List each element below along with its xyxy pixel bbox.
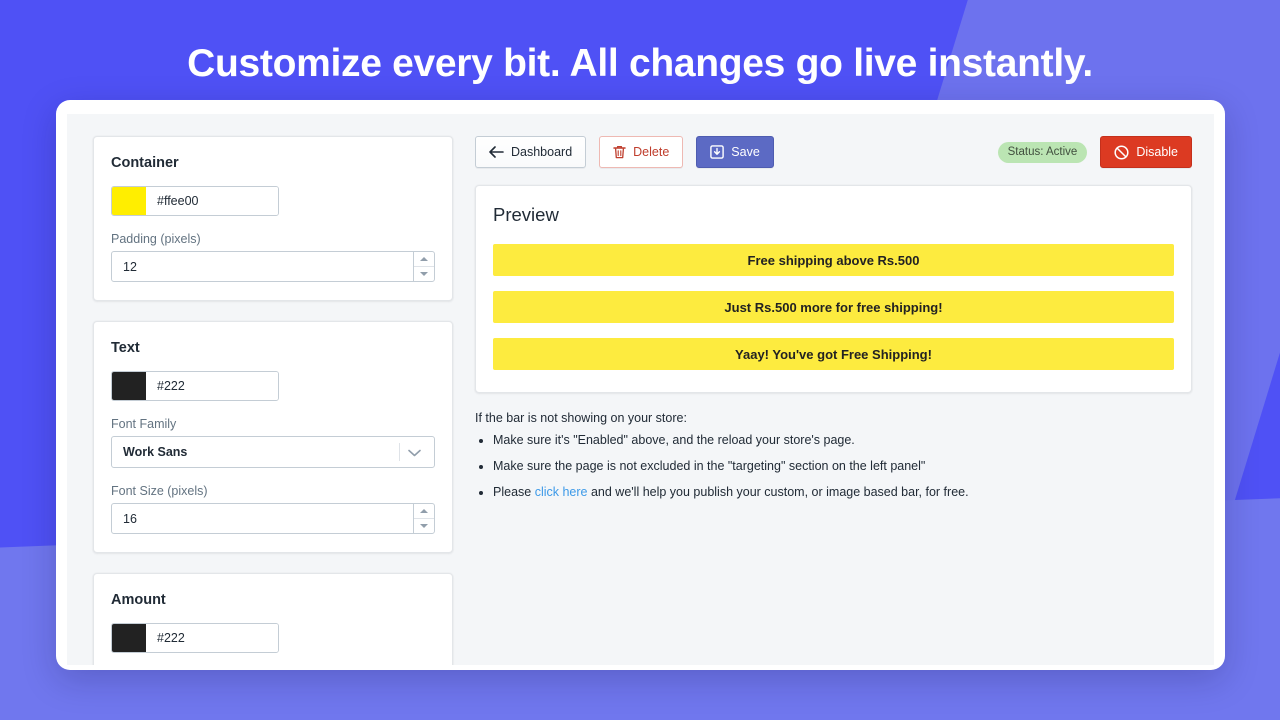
arrow-left-icon xyxy=(489,146,504,158)
text-color-swatch[interactable] xyxy=(112,372,146,400)
stepper-up-icon[interactable] xyxy=(414,504,434,519)
amount-settings-card: Amount #222 Free shipping target amount xyxy=(93,573,453,665)
amount-color-swatch[interactable] xyxy=(112,624,146,652)
dashboard-button-label: Dashboard xyxy=(511,145,573,159)
font-family-value[interactable]: Work Sans xyxy=(112,445,187,459)
container-color-value[interactable]: #ffee00 xyxy=(146,187,278,215)
status-badge: Status: Active xyxy=(997,141,1088,163)
font-size-field[interactable]: 16 xyxy=(111,503,435,534)
disable-button[interactable]: Disable xyxy=(1100,136,1192,168)
action-toolbar: Dashboard Delete Save Status: Active Dis… xyxy=(475,136,1192,168)
disable-button-label: Disable xyxy=(1136,145,1178,159)
amount-card-title: Amount xyxy=(111,592,166,608)
text-card-title: Text xyxy=(111,340,140,356)
font-family-select[interactable]: Work Sans xyxy=(111,436,435,468)
slide-canvas: Customize every bit. All changes go live… xyxy=(0,0,1280,720)
app-window-content: Container #ffee00 Padding (pixels) 12 Te… xyxy=(67,114,1214,665)
amount-color-input[interactable]: #222 xyxy=(111,623,279,653)
save-button-label: Save xyxy=(731,145,760,159)
app-window: Container #ffee00 Padding (pixels) 12 Te… xyxy=(56,100,1225,670)
list-item: Make sure the page is not excluded in th… xyxy=(493,458,1192,475)
container-card-title: Container xyxy=(111,155,179,171)
container-padding-stepper[interactable] xyxy=(413,252,434,281)
preview-title: Preview xyxy=(493,204,559,225)
stepper-up-icon[interactable] xyxy=(414,252,434,267)
main-panel: Dashboard Delete Save Status: Active Dis… xyxy=(475,136,1192,665)
font-size-label: Font Size (pixels) xyxy=(111,484,208,498)
click-here-link[interactable]: click here xyxy=(535,485,588,499)
text-color-value[interactable]: #222 xyxy=(146,372,278,400)
stepper-down-icon[interactable] xyxy=(414,519,434,533)
font-family-label: Font Family xyxy=(111,417,177,431)
container-padding-label: Padding (pixels) xyxy=(111,232,201,246)
dashboard-button[interactable]: Dashboard xyxy=(475,136,587,168)
container-settings-card: Container #ffee00 Padding (pixels) 12 xyxy=(93,136,453,301)
save-disk-icon xyxy=(710,145,725,159)
container-padding-field[interactable]: 12 xyxy=(111,251,435,282)
amount-color-value[interactable]: #222 xyxy=(146,624,278,652)
settings-panel: Container #ffee00 Padding (pixels) 12 Te… xyxy=(93,136,453,665)
help-list: Make sure it's "Enabled" above, and the … xyxy=(493,432,1192,501)
text-color-input[interactable]: #222 xyxy=(111,371,279,401)
no-entry-icon xyxy=(1114,144,1129,160)
chevron-down-icon[interactable] xyxy=(408,449,421,457)
preview-bar: Free shipping above Rs.500 xyxy=(493,244,1174,276)
font-size-value[interactable]: 16 xyxy=(112,512,137,526)
troubleshooting-help: If the bar is not showing on your store:… xyxy=(475,411,1192,501)
text-settings-card: Text #222 Font Family Work Sans Font Siz… xyxy=(93,321,453,553)
container-padding-value[interactable]: 12 xyxy=(112,260,137,274)
trash-icon xyxy=(613,145,626,159)
list-item: Please click here and we'll help you pub… xyxy=(493,484,1192,501)
preview-bar: Just Rs.500 more for free shipping! xyxy=(493,291,1174,323)
list-item: Make sure it's "Enabled" above, and the … xyxy=(493,432,1192,449)
page-headline: Customize every bit. All changes go live… xyxy=(187,42,1093,85)
preview-card: Preview Free shipping above Rs.500 Just … xyxy=(475,185,1192,393)
help-intro: If the bar is not showing on your store: xyxy=(475,411,687,425)
preview-bar: Yaay! You've got Free Shipping! xyxy=(493,338,1174,370)
delete-button-label: Delete xyxy=(633,145,670,159)
container-color-swatch[interactable] xyxy=(112,187,146,215)
font-size-stepper[interactable] xyxy=(413,504,434,533)
stepper-down-icon[interactable] xyxy=(414,267,434,281)
help-text-after: and we'll help you publish your custom, … xyxy=(587,484,969,499)
select-divider xyxy=(399,443,400,461)
save-button[interactable]: Save xyxy=(696,136,774,168)
container-color-input[interactable]: #ffee00 xyxy=(111,186,279,216)
help-text-before: Please xyxy=(493,484,535,499)
delete-button[interactable]: Delete xyxy=(599,136,684,168)
